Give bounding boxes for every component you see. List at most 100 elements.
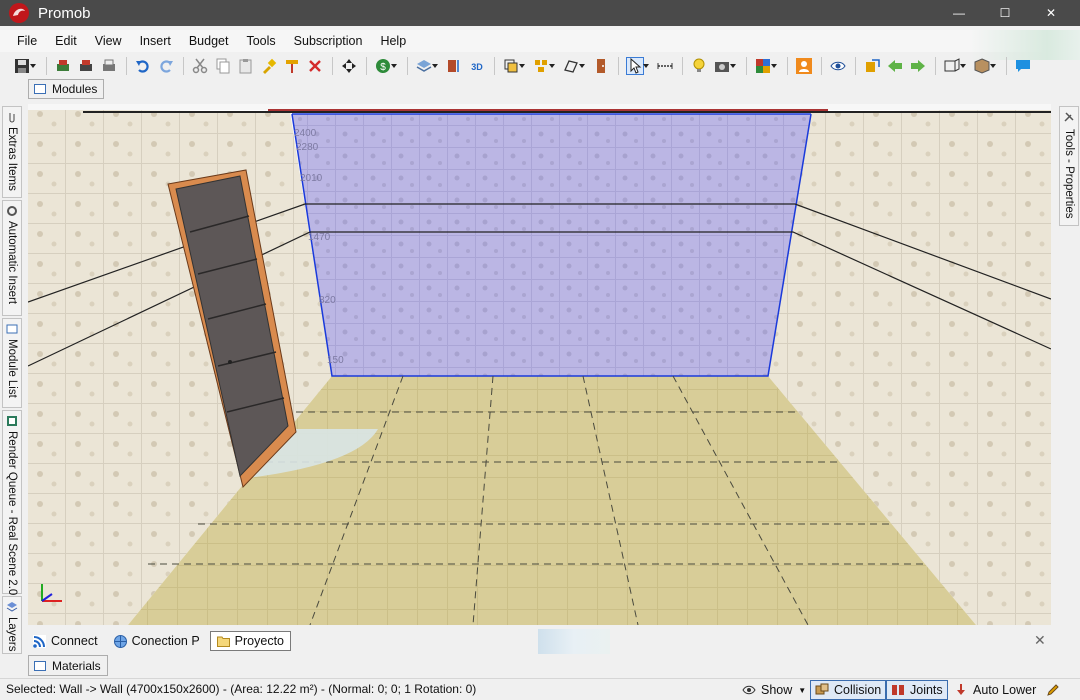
tab-extras-items[interactable]: Extras Items <box>2 106 22 198</box>
chevron-down-icon: ▼ <box>798 685 807 695</box>
save-icon[interactable] <box>14 58 36 74</box>
cut-icon[interactable] <box>192 58 208 74</box>
print-setup-icon[interactable] <box>55 58 71 74</box>
move-icon[interactable] <box>341 58 357 74</box>
joints-icon <box>892 685 904 695</box>
bottom-tab-strip: Connect Conection P Proyecto <box>27 630 1053 652</box>
menu-tools[interactable]: Tools <box>237 30 284 52</box>
minimize-button[interactable]: — <box>936 0 982 26</box>
materials-tab[interactable]: Materials <box>28 655 108 676</box>
dimension-icon[interactable] <box>657 58 673 74</box>
left-panel-strip: Extras Items Automatic Insert Module Lis… <box>2 106 22 656</box>
height-mark-label: 150 <box>327 355 344 366</box>
user-icon[interactable] <box>796 58 812 74</box>
tab-conection-p[interactable]: Conection P <box>108 631 206 651</box>
menu-subscription[interactable]: Subscription <box>285 30 372 52</box>
tab-conection-p-label: Conection P <box>131 634 200 648</box>
toolbar-separator <box>1006 57 1007 75</box>
undo-icon[interactable] <box>135 58 151 74</box>
tab-proyecto-label: Proyecto <box>234 634 285 648</box>
paste-icon[interactable] <box>238 58 254 74</box>
budget-icon[interactable]: $ <box>375 58 397 74</box>
show-dropdown[interactable]: Show ▼ <box>738 680 810 700</box>
arrow-left-icon[interactable] <box>887 58 903 74</box>
3d-view-icon[interactable]: 3D <box>469 58 485 74</box>
tab-module-list[interactable]: Module List <box>2 318 22 408</box>
show-icon <box>742 685 756 695</box>
panel-close-icon[interactable]: ✕ <box>1034 632 1046 649</box>
align-icon[interactable] <box>533 58 555 74</box>
toolbar-separator <box>746 57 747 75</box>
main-toolbar: $ 3D <box>0 54 1066 78</box>
materials-tab-label: Materials <box>52 658 101 673</box>
redo-icon[interactable] <box>158 58 174 74</box>
print-icon[interactable] <box>101 58 117 74</box>
menu-file[interactable]: File <box>8 30 46 52</box>
tab-render-queue-label: Render Queue - Real Scene 2.0 <box>6 431 18 596</box>
menu-edit[interactable]: Edit <box>46 30 86 52</box>
folder-icon <box>216 636 230 647</box>
shape-icon[interactable] <box>563 58 585 74</box>
title-bar: Promob <box>0 0 1080 26</box>
height-mark-label: 2400 <box>294 128 317 139</box>
pencil-icon <box>1047 684 1059 696</box>
copy-icon[interactable] <box>215 58 231 74</box>
box-icon[interactable] <box>974 58 996 74</box>
modules-tab[interactable]: Modules <box>28 79 105 99</box>
select-region-icon[interactable] <box>503 58 525 74</box>
render-icon <box>7 416 17 426</box>
measure-icon[interactable] <box>446 58 462 74</box>
gears-icon <box>7 206 17 216</box>
perspective-icon[interactable] <box>944 58 966 74</box>
tab-tools-properties[interactable]: Tools - Properties <box>1059 106 1079 226</box>
svg-text:$: $ <box>380 62 386 73</box>
promob-logo-icon <box>9 3 29 23</box>
tab-connect[interactable]: Connect <box>27 631 104 651</box>
height-mark-label: 2010 <box>300 173 323 184</box>
tab-automatic-insert-label: Automatic Insert <box>6 221 18 305</box>
layers-icon[interactable] <box>416 58 438 74</box>
close-button[interactable]: ✕ <box>1028 0 1074 26</box>
maximize-button[interactable]: ☐ <box>982 0 1028 26</box>
colors-icon[interactable] <box>755 58 777 74</box>
globe-icon <box>113 634 127 648</box>
print-preview-icon[interactable] <box>78 58 94 74</box>
toolbar-separator <box>855 57 856 75</box>
tab-tools-properties-label: Tools - Properties <box>1063 129 1075 219</box>
tab-render-queue[interactable]: Render Queue - Real Scene 2.0 <box>2 410 22 596</box>
chat-icon[interactable] <box>1015 58 1031 74</box>
eye-icon[interactable] <box>830 58 846 74</box>
menu-view[interactable]: View <box>86 30 131 52</box>
paint-roller-icon[interactable] <box>284 58 300 74</box>
tab-connect-label: Connect <box>51 634 98 648</box>
tab-proyecto[interactable]: Proyecto <box>209 631 292 651</box>
pencil-button[interactable] <box>1042 680 1069 700</box>
menu-insert[interactable]: Insert <box>131 30 180 52</box>
3d-scene: 2400 2280 2010 1470 820 150 <box>28 104 1051 625</box>
door-icon[interactable] <box>593 58 609 74</box>
menu-bar: File Edit View Insert Budget Tools Subsc… <box>0 30 1080 52</box>
layers-stack-icon <box>6 602 18 612</box>
toolbar-separator <box>935 57 936 75</box>
light-icon[interactable] <box>691 58 707 74</box>
select-pointer-icon[interactable] <box>626 57 649 75</box>
3d-viewport[interactable]: 2400 2280 2010 1470 820 150 <box>28 104 1051 625</box>
joints-toggle[interactable]: Joints <box>886 680 948 700</box>
auto-lower-icon <box>957 684 965 695</box>
menu-budget[interactable]: Budget <box>180 30 238 52</box>
list-window-icon <box>6 324 18 334</box>
paint-brush-icon[interactable] <box>261 58 277 74</box>
export-icon[interactable] <box>864 58 880 74</box>
auto-lower-toggle[interactable]: Auto Lower <box>950 680 1040 700</box>
height-mark-label: 1470 <box>308 232 331 243</box>
height-mark-label: 2280 <box>296 142 319 153</box>
delete-icon[interactable] <box>307 58 323 74</box>
collision-toggle[interactable]: Collision <box>810 680 887 700</box>
tab-automatic-insert[interactable]: Automatic Insert <box>2 200 22 316</box>
status-bar: Selected: Wall -> Wall (4700x150x2600) -… <box>0 678 1080 700</box>
menu-help[interactable]: Help <box>371 30 415 52</box>
camera-icon[interactable] <box>714 58 736 74</box>
tab-layers[interactable]: Layers <box>2 596 22 654</box>
arrow-right-icon[interactable] <box>910 58 926 74</box>
modules-tab-label: Modules <box>52 82 98 96</box>
